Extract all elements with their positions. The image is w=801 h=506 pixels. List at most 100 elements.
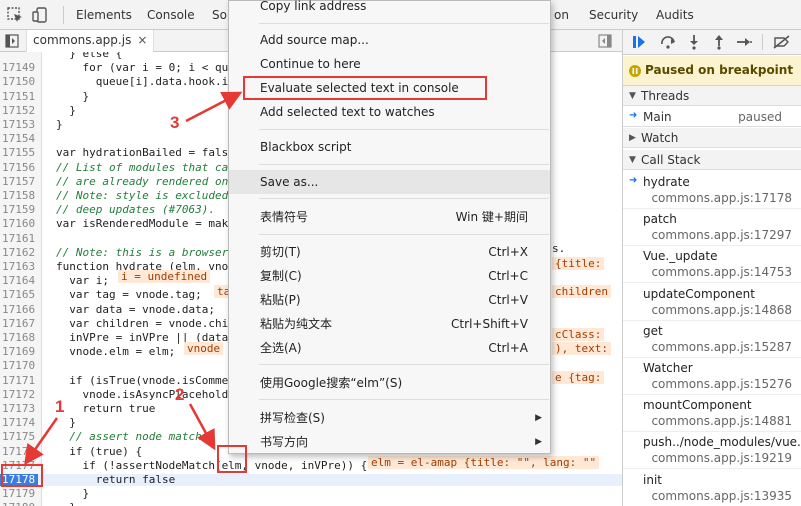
menu-item-label: Continue to here [260,57,361,71]
menu-spell-check[interactable]: 拼写检查(S) ▶ [229,406,550,430]
line-number[interactable]: 17180 [0,502,38,506]
line-number[interactable]: 17164 [0,275,38,287]
annotation-number-1: 1 [55,397,65,416]
call-stack-section-header[interactable]: ▼ Call Stack [623,150,801,170]
menu-add-to-watches[interactable]: Add selected text to watches [229,100,550,124]
frame-location: commons.app.js:17178 [651,191,792,205]
code-line[interactable]: 17178 return false [0,474,622,486]
menu-separator [259,198,549,199]
tab-security[interactable]: Security [589,0,638,30]
frame-location: commons.app.js:13935 [651,488,792,503]
watch-section-header[interactable]: ▶ Watch [623,128,801,148]
menu-paste-plain[interactable]: 粘贴为纯文本 Ctrl+Shift+V [229,312,550,336]
line-number[interactable]: 17158 [0,190,38,202]
line-number[interactable]: 17152 [0,104,38,117]
line-number[interactable]: 17155 [0,147,38,159]
line-number[interactable]: 17154 [0,133,38,145]
menu-save-as[interactable]: Save as... [229,170,550,194]
line-number[interactable]: 17161 [0,232,38,245]
menu-add-source-map[interactable]: Add source map... [229,28,550,52]
line-number[interactable]: 17156 [0,161,38,174]
call-frame-push-node-modules-vue-[interactable]: push../node_modules/vue... commons.app.js… [623,432,801,470]
step-into-icon[interactable] [686,34,702,50]
deactivate-breakpoints-icon[interactable] [773,34,791,50]
line-number[interactable]: 17157 [0,175,38,188]
device-toolbar-icon[interactable] [31,6,49,24]
frame-function: Watcher [643,361,693,375]
line-number[interactable]: 17159 [0,204,38,216]
code-text: return false [56,473,176,486]
menu-blackbox-script[interactable]: Blackbox script [229,135,550,159]
line-number[interactable]: 17169 [0,346,38,358]
line-number[interactable]: 17174 [0,417,38,429]
tab-application[interactable]: on [554,0,569,30]
call-frame-watcher[interactable]: Watcher commons.app.js:15276 [623,358,801,395]
line-number[interactable]: 17166 [0,303,38,316]
menu-paste[interactable]: 粘贴(P) Ctrl+V [229,288,550,312]
file-tab-commons[interactable]: commons.app.js × [26,30,155,52]
line-number[interactable]: 17149 [0,62,38,74]
toggle-navigator-icon[interactable] [5,34,19,48]
code-text: vnode.isAsyncPlacehold [56,387,229,401]
inspect-element-icon[interactable] [6,6,24,24]
call-frame-get[interactable]: get commons.app.js:15287 [623,321,801,358]
code-text: } [56,502,76,506]
line-number[interactable]: 17163 [0,261,38,273]
step-out-icon[interactable] [711,34,727,50]
menu-select-all[interactable]: 全选(A) Ctrl+A [229,336,550,360]
menu-item-shortcut: Ctrl+X [488,245,528,259]
frame-location: commons.app.js:14868 [651,302,792,317]
line-number[interactable]: 17170 [0,360,38,372]
call-frame-vue-update[interactable]: Vue._update commons.app.js:14753 [623,246,801,284]
line-number[interactable]: 17162 [0,246,38,259]
tab-audits[interactable]: Audits [656,0,694,30]
close-icon[interactable]: × [137,33,147,47]
code-text: // assert node match [56,430,202,444]
toolbar-separator [63,6,64,24]
menu-continue-to-here[interactable]: Continue to here [229,52,550,76]
call-frame-patch[interactable]: patch commons.app.js:17297 [623,209,801,247]
code-line[interactable]: 17179 } [0,488,622,500]
toggle-debugger-icon[interactable] [598,34,612,48]
threads-section-header[interactable]: ▼ Threads [623,86,801,106]
step-icon[interactable] [736,34,752,50]
menu-writing-direction[interactable]: 书写方向 ▶ [229,430,550,454]
collapse-triangle-icon: ▼ [629,91,636,101]
menu-copy-link-address[interactable]: Copy link address [229,0,550,18]
section-label: Watch [641,131,679,145]
expand-triangle-icon: ▶ [629,133,636,143]
thread-main[interactable]: ➜ Main paused [623,107,801,127]
inline-value-i: i = undefined [118,270,211,283]
line-number[interactable]: 17171 [0,374,38,387]
line-number[interactable]: 17167 [0,317,38,330]
current-frame-arrow-icon: ➜ [629,175,638,186]
step-over-icon[interactable] [660,34,676,50]
tab-sources[interactable]: So [212,0,227,30]
line-number[interactable]: 17168 [0,332,38,344]
code-text: var data = vnode.data; [56,302,215,316]
call-frame-init[interactable]: init commons.app.js:13935 [623,470,801,506]
line-number[interactable]: 17179 [0,488,38,500]
line-number[interactable]: 17151 [0,90,38,103]
line-number[interactable]: 17150 [0,76,38,88]
menu-copy[interactable]: 复制(C) Ctrl+C [229,264,550,288]
line-number[interactable]: 17175 [0,431,38,443]
line-number[interactable]: 17165 [0,289,38,301]
menu-google-search[interactable]: 使用Google搜索“elm”(S) [229,371,550,395]
line-number[interactable]: 17176 [0,445,38,458]
menu-item-label: Copy link address [260,0,367,13]
code-line[interactable]: 17180 } [0,502,622,506]
line-number[interactable]: 17160 [0,218,38,230]
call-frame-mountcomponent[interactable]: mountComponent commons.app.js:14881 [623,395,801,433]
annotation-box-elm [217,445,247,473]
tab-console[interactable]: Console [147,0,195,30]
line-number[interactable]: 17173 [0,403,38,415]
call-frame-updatecomponent[interactable]: updateComponent commons.app.js:14868 [623,284,801,321]
line-number[interactable]: 17172 [0,388,38,401]
resume-icon[interactable] [631,34,647,50]
menu-cut[interactable]: 剪切(T) Ctrl+X [229,240,550,264]
menu-emoji[interactable]: 表情符号 Win 键+期间 [229,205,550,229]
line-number[interactable]: 17153 [0,119,38,131]
call-frame-hydrate[interactable]: ➜ hydrate commons.app.js:17178 [623,172,801,209]
tab-elements[interactable]: Elements [76,0,132,30]
